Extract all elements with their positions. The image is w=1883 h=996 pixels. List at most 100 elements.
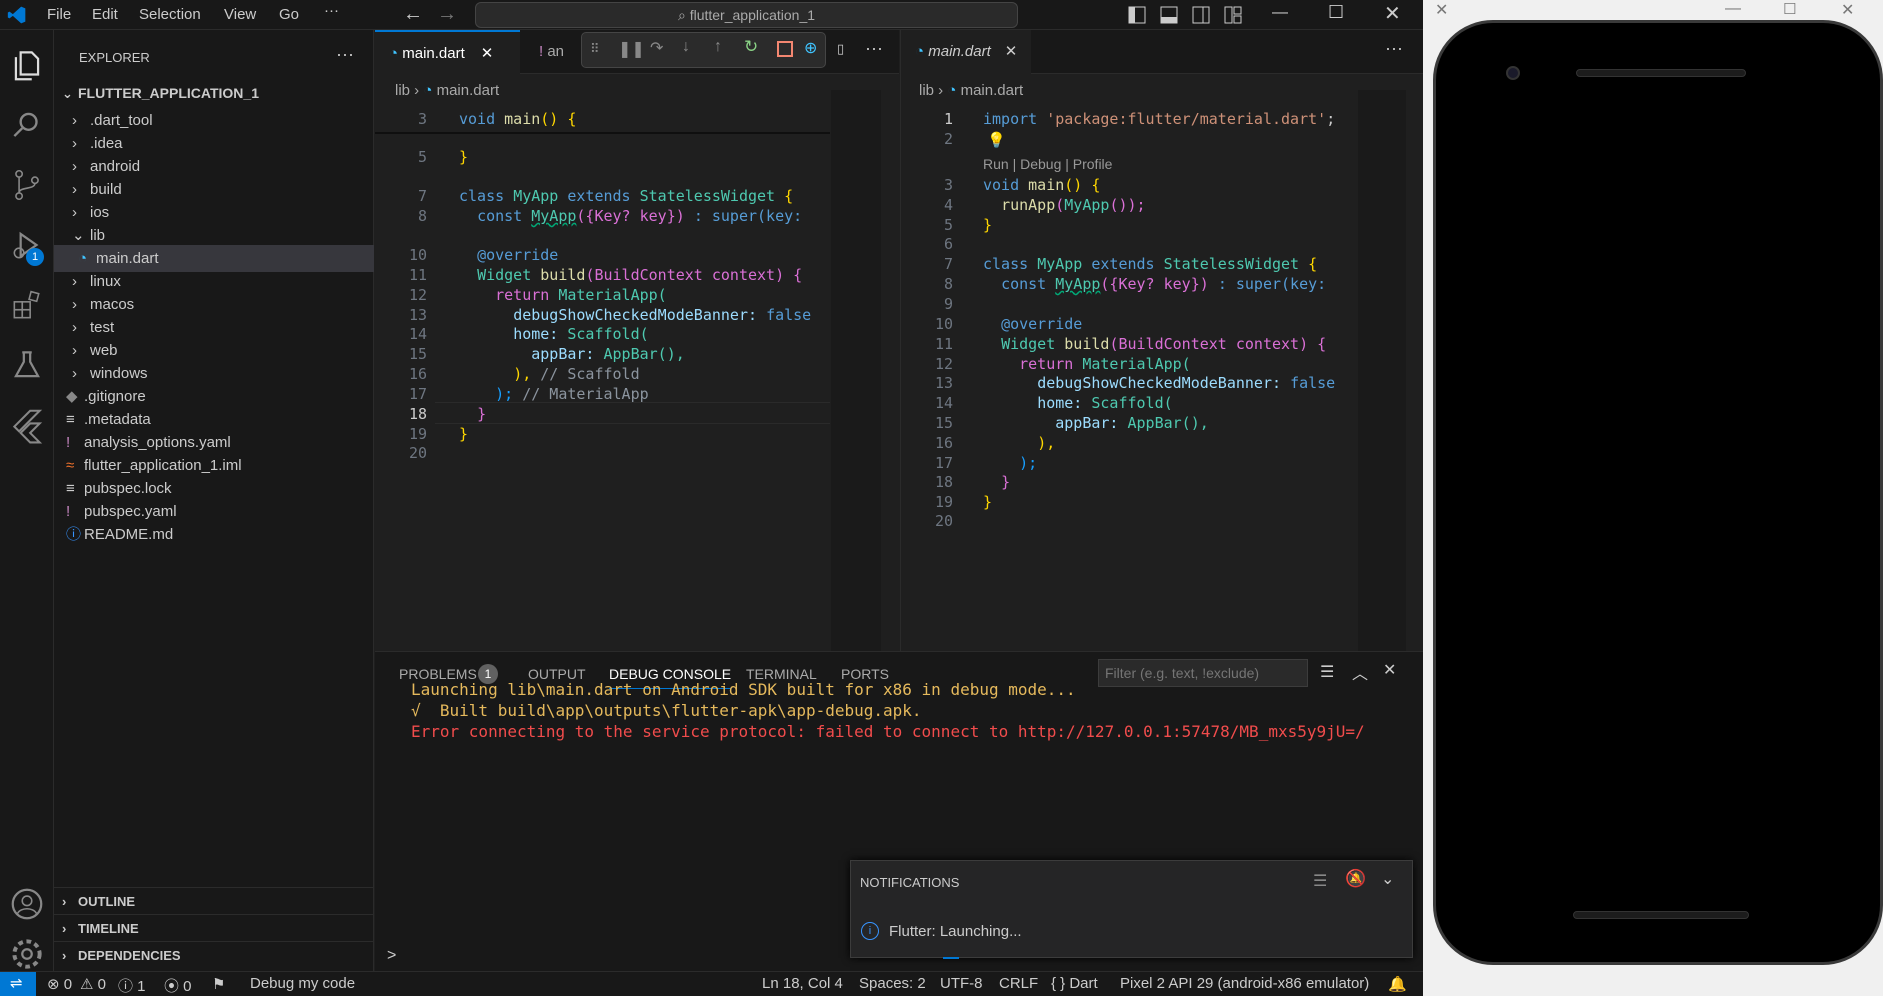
debug-config-status[interactable]: Debug my code [250,975,355,992]
code-line[interactable]: ), [983,434,1055,452]
code-line[interactable]: void main() { [459,110,576,128]
step-out-icon[interactable]: ↑ [714,38,722,56]
menu-view[interactable]: View [224,6,256,23]
flutter-icon[interactable] [8,406,46,444]
code-line[interactable]: ); // MaterialApp [459,385,649,403]
clear-notifications-icon[interactable]: ☰ [1313,871,1327,891]
minimap-right[interactable] [1358,90,1406,651]
console-prompt[interactable]: > [387,947,396,965]
step-into-icon[interactable]: ↓ [682,38,690,56]
console-filter-input[interactable] [1098,659,1308,687]
warnings-status[interactable]: ⚠ 0 [80,975,106,993]
dependencies-section[interactable]: › DEPENDENCIES [54,941,374,968]
code-line[interactable]: home: Scaffold( [459,325,648,343]
restart-icon[interactable]: ↻ [744,37,758,57]
emulator-maximize-icon[interactable]: ☐ [1783,0,1796,18]
code-line[interactable]: return MaterialApp( [983,355,1191,373]
code-line[interactable]: Widget build(BuildContext context) { [459,266,802,284]
cursor-position[interactable]: Ln 18, Col 4 [762,975,843,992]
tab-main-dart-preview[interactable]: ◔ main.dart ✕ [901,30,1031,74]
emulator-minimize-icon[interactable]: — [1725,0,1741,18]
menu-go[interactable]: Go [279,6,299,23]
pause-icon[interactable]: ❚❚ [618,39,645,59]
close-window-icon[interactable]: ✕ [1384,1,1401,26]
crumb-lib[interactable]: lib [919,82,934,99]
command-center[interactable]: ⌕ flutter_application_1 [475,2,1018,28]
collapse-notifications-icon[interactable]: ⌄ [1381,869,1394,889]
crumb-file[interactable]: main.dart [961,82,1024,99]
crumb-lib[interactable]: lib [395,82,410,99]
encoding-status[interactable]: UTF-8 [940,975,983,992]
maximize-icon[interactable]: ☐ [1328,2,1344,23]
android-device-screen[interactable] [1433,20,1883,965]
crumb-file[interactable]: main.dart [437,82,500,99]
code-line[interactable]: const MyApp({Key? key}) : super(key: [983,275,1326,293]
menu-more[interactable]: ··· [324,2,339,19]
toggle-panel-icon[interactable] [1160,6,1178,24]
source-control-icon[interactable] [8,166,46,204]
code-line[interactable]: class MyApp extends StatelessWidget { [459,187,793,205]
notification-message[interactable]: Flutter: Launching... [889,923,1022,940]
emulator-close-window-icon[interactable]: ✕ [1841,0,1854,20]
code-line[interactable]: ), // Scaffold [459,365,639,383]
eol-status[interactable]: CRLF [999,975,1038,992]
tab-main-dart-active[interactable]: ◔ main.dart ✕ [375,30,520,74]
search-view-icon[interactable] [8,106,46,144]
outline-section[interactable]: › OUTLINE [54,887,374,914]
code-line[interactable]: @override [459,246,558,264]
code-line[interactable]: debugShowCheckedModeBanner: false [459,306,811,324]
menu-file[interactable]: File [47,6,71,23]
code-line[interactable]: Widget build(BuildContext context) { [983,335,1326,353]
clear-console-icon[interactable]: ☰ [1320,662,1334,682]
forward-arrow-icon[interactable]: → [437,3,457,26]
code-line[interactable]: import 'package:flutter/material.dart'; [983,110,1335,128]
editor-more-icon[interactable]: ··· [1385,38,1403,59]
project-root[interactable]: ⌄ FLUTTER_APPLICATION_1 [54,80,374,107]
split-editor-icon[interactable]: ▯ [837,41,844,57]
tree-item-readme-md[interactable]: ⓘ README.md [54,521,374,548]
testing-icon[interactable] [8,346,46,384]
tab-close-icon[interactable]: ✕ [481,45,494,62]
debug-config-icon[interactable]: ⚑ [212,975,225,993]
minimize-icon[interactable]: — [1272,4,1288,22]
toggle-secondary-sidebar-icon[interactable] [1192,6,1210,24]
remote-indicator[interactable]: ⇌ [0,972,36,996]
tab-analysis-options[interactable]: ! an [525,30,585,74]
extensions-icon[interactable] [8,286,46,324]
language-status[interactable]: { } Dart [1051,975,1098,992]
drag-handle-icon[interactable]: ⠿ [590,41,600,57]
info-status[interactable]: ⓘ 1 [118,975,146,996]
device-status[interactable]: Pixel 2 API 29 (android-x86 emulator) [1120,975,1369,992]
code-line[interactable]: runApp(MyApp()); [983,196,1146,214]
code-line[interactable]: appBar: AppBar(), [459,345,685,363]
inspect-widget-icon[interactable]: ⊕ [804,38,817,58]
code-line[interactable]: return MaterialApp( [459,286,667,304]
code-line[interactable]: const MyApp({Key? key}) : super(key: [459,207,802,225]
timeline-section[interactable]: › TIMELINE [54,914,374,941]
customize-layout-icon[interactable] [1224,6,1242,24]
code-line[interactable]: ); [983,454,1037,472]
back-arrow-icon[interactable]: ← [403,3,423,26]
code-line[interactable]: } [983,473,1010,491]
editor-more-icon[interactable]: ··· [865,38,883,59]
ports-status[interactable]: ⦿ 0 [164,975,192,996]
stop-icon[interactable] [777,41,793,57]
indentation-status[interactable]: Spaces: 2 [859,975,926,992]
codelens-run-debug[interactable]: Run | Debug | Profile [983,156,1112,172]
errors-status[interactable]: ⊗ 0 [47,975,72,993]
code-line[interactable]: void main() { [983,176,1100,194]
code-line[interactable]: home: Scaffold( [983,394,1172,412]
menu-selection[interactable]: Selection [139,6,201,23]
notifications-bell-icon[interactable]: 🔔 [1388,975,1407,993]
settings-gear-icon[interactable] [8,935,46,973]
code-line[interactable]: class MyApp extends StatelessWidget { [983,255,1317,273]
code-line[interactable]: debugShowCheckedModeBanner: false [983,374,1335,392]
do-not-disturb-icon[interactable]: 🔕 [1345,869,1366,889]
close-panel-icon[interactable]: ✕ [1383,660,1396,680]
code-line[interactable]: appBar: AppBar(), [983,414,1209,432]
explorer-more-icon[interactable]: ··· [336,44,354,65]
scrollbar-left[interactable] [883,90,899,651]
code-line[interactable]: @override [983,315,1082,333]
step-over-icon[interactable]: ↷ [650,38,663,58]
explorer-icon[interactable] [8,46,46,84]
